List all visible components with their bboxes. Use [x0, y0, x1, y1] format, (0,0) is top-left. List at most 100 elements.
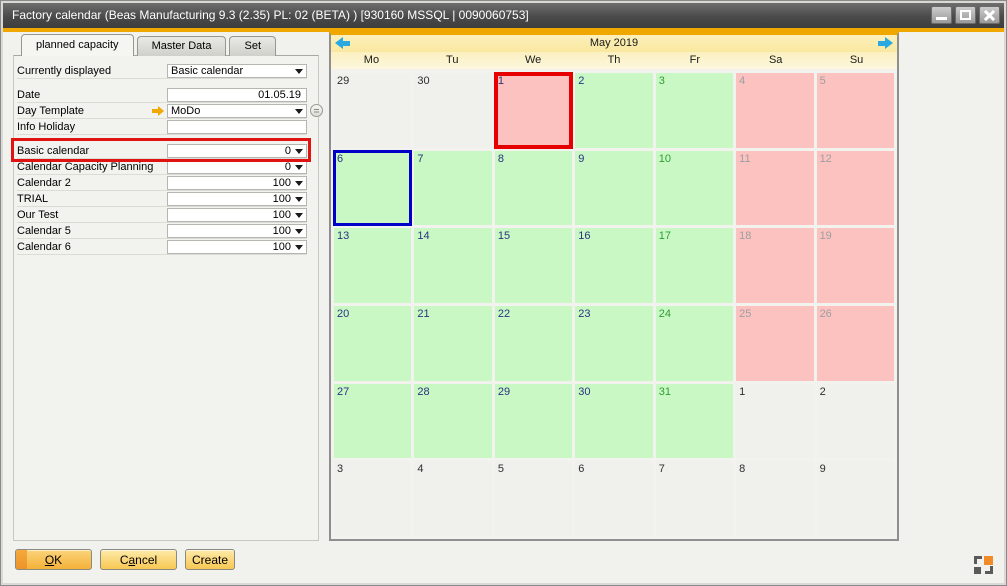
day-number: 16	[575, 228, 652, 242]
calendar-day-cell-16[interactable]: 16	[575, 228, 652, 303]
calendar-day-cell-17[interactable]: 17	[656, 228, 733, 303]
dropdown-caret-icon[interactable]	[295, 245, 303, 254]
dropdown-caret-icon[interactable]	[295, 69, 303, 78]
field-value: MoDo	[171, 105, 293, 117]
day-number: 7	[414, 151, 491, 165]
field-value: 100	[171, 241, 293, 253]
calendar-day-cell-12[interactable]: 12	[817, 151, 894, 226]
link-arrow-icon[interactable]	[151, 106, 165, 116]
day-header-we: We	[493, 52, 574, 69]
calendar-day-cell-9[interactable]: 9	[817, 461, 894, 536]
prev-month-arrow-icon[interactable]	[335, 37, 351, 50]
maximize-icon[interactable]	[955, 6, 976, 24]
calendar-day-cell-3[interactable]: 3	[334, 461, 411, 536]
calendar-day-cell-7[interactable]: 7	[414, 151, 491, 226]
cancel-button[interactable]: Cancel	[100, 549, 177, 570]
calendar-day-cell-27[interactable]: 27	[334, 384, 411, 459]
calendar-day-cell-20[interactable]: 20	[334, 306, 411, 381]
calendar-day-cell-1[interactable]: 1	[495, 73, 572, 148]
button-label-part: K	[54, 553, 62, 567]
tab-set[interactable]: Set	[229, 36, 276, 56]
calendar-day-cell-3[interactable]: 3	[656, 73, 733, 148]
tab-master-data[interactable]: Master Data	[137, 36, 227, 56]
basic-calendar-dropdown[interactable]: 0	[167, 144, 307, 158]
calendar-day-cell-5[interactable]: 5	[495, 461, 572, 536]
minimize-icon[interactable]	[931, 6, 952, 24]
tab-planned-capacity[interactable]: planned capacity	[21, 34, 134, 56]
day-number: 30	[575, 384, 652, 398]
ok-button[interactable]: OK	[15, 549, 92, 570]
calendar-day-cell-28[interactable]: 28	[414, 384, 491, 459]
day-template-dropdown[interactable]: MoDo	[167, 104, 307, 118]
calendar-day-cell-11[interactable]: 11	[736, 151, 813, 226]
calendar-day-cell-4[interactable]: 4	[414, 461, 491, 536]
calendar-day-cell-29[interactable]: 29	[334, 73, 411, 148]
create-button[interactable]: Create	[185, 549, 235, 570]
close-icon[interactable]	[979, 6, 1000, 24]
calendar-day-cell-14[interactable]: 14	[414, 228, 491, 303]
calendar-day-cell-10[interactable]: 10	[656, 151, 733, 226]
calendar-day-cell-21[interactable]: 21	[414, 306, 491, 381]
calendar-2-dropdown[interactable]: 100	[167, 176, 307, 190]
dropdown-caret-icon[interactable]	[295, 229, 303, 238]
form-row-calendar-capacity-planning: Calendar Capacity Planning0	[17, 159, 307, 175]
calendar-day-cell-15[interactable]: 15	[495, 228, 572, 303]
dropdown-caret-icon[interactable]	[295, 165, 303, 174]
calendar-day-cell-5[interactable]: 5	[817, 73, 894, 148]
day-number: 17	[656, 228, 733, 242]
calendar-day-cell-18[interactable]: 18	[736, 228, 813, 303]
calendar-day-cell-24[interactable]: 24	[656, 306, 733, 381]
calendar-5-dropdown[interactable]: 100	[167, 224, 307, 238]
factory-calendar-window: Factory calendar (Beas Manufacturing 9.3…	[0, 0, 1007, 586]
calendar-day-cell-8[interactable]: 8	[495, 151, 572, 226]
calendar-day-headers: MoTuWeThFrSaSu	[331, 52, 897, 69]
day-header-tu: Tu	[412, 52, 493, 69]
day-number: 7	[656, 461, 733, 475]
field-label: Day Template	[17, 105, 151, 117]
dropdown-caret-icon[interactable]	[295, 213, 303, 222]
form-rows: Currently displayedBasic calendarDate01.…	[17, 63, 307, 255]
day-number: 9	[817, 461, 894, 475]
resize-grip-icon[interactable]	[974, 556, 993, 574]
calendar-day-cell-26[interactable]: 26	[817, 306, 894, 381]
next-month-arrow-icon[interactable]	[877, 37, 893, 50]
form-row-calendar-6: Calendar 6100	[17, 239, 307, 255]
cancel-button-label: Cancel	[120, 553, 157, 567]
day-number: 14	[414, 228, 491, 242]
calendar-day-cell-25[interactable]: 25	[736, 306, 813, 381]
calendar-day-cell-9[interactable]: 9	[575, 151, 652, 226]
calendar-day-cell-13[interactable]: 13	[334, 228, 411, 303]
calendar-day-cell-7[interactable]: 7	[656, 461, 733, 536]
dropdown-caret-icon[interactable]	[295, 197, 303, 206]
dropdown-caret-icon[interactable]	[295, 109, 303, 118]
calendar-day-cell-2[interactable]: 2	[575, 73, 652, 148]
calendar-day-cell-2[interactable]: 2	[817, 384, 894, 459]
calendar-day-cell-1[interactable]: 1	[736, 384, 813, 459]
dropdown-caret-icon[interactable]	[295, 149, 303, 158]
calendar-day-cell-29[interactable]: 29	[495, 384, 572, 459]
calendar-6-dropdown[interactable]: 100	[167, 240, 307, 254]
info-holiday-input[interactable]	[167, 120, 307, 134]
currently-displayed-dropdown[interactable]: Basic calendar	[167, 64, 307, 78]
calendar-day-cell-30[interactable]: 30	[414, 73, 491, 148]
calendar-day-cell-22[interactable]: 22	[495, 306, 572, 381]
choose-from-list-icon[interactable]	[310, 104, 323, 117]
day-number: 30	[414, 73, 491, 87]
window-title: Factory calendar (Beas Manufacturing 9.3…	[12, 8, 529, 22]
calendar-day-cell-31[interactable]: 31	[656, 384, 733, 459]
calendar-day-cell-6[interactable]: 6	[575, 461, 652, 536]
our-test-dropdown[interactable]: 100	[167, 208, 307, 222]
title-bar[interactable]: Factory calendar (Beas Manufacturing 9.3…	[3, 3, 1004, 28]
date-input[interactable]: 01.05.19	[167, 88, 307, 102]
calendar-day-cell-19[interactable]: 19	[817, 228, 894, 303]
form-row-calendar-2: Calendar 2100	[17, 175, 307, 191]
calendar-day-cell-23[interactable]: 23	[575, 306, 652, 381]
dropdown-caret-icon[interactable]	[295, 181, 303, 190]
calendar-day-cell-6[interactable]: 6	[334, 151, 411, 226]
trial-dropdown[interactable]: 100	[167, 192, 307, 206]
calendar-day-cell-4[interactable]: 4	[736, 73, 813, 148]
calendar-day-cell-8[interactable]: 8	[736, 461, 813, 536]
window-controls	[928, 6, 1000, 24]
calendar-day-cell-30[interactable]: 30	[575, 384, 652, 459]
calendar-capacity-planning-dropdown[interactable]: 0	[167, 160, 307, 174]
